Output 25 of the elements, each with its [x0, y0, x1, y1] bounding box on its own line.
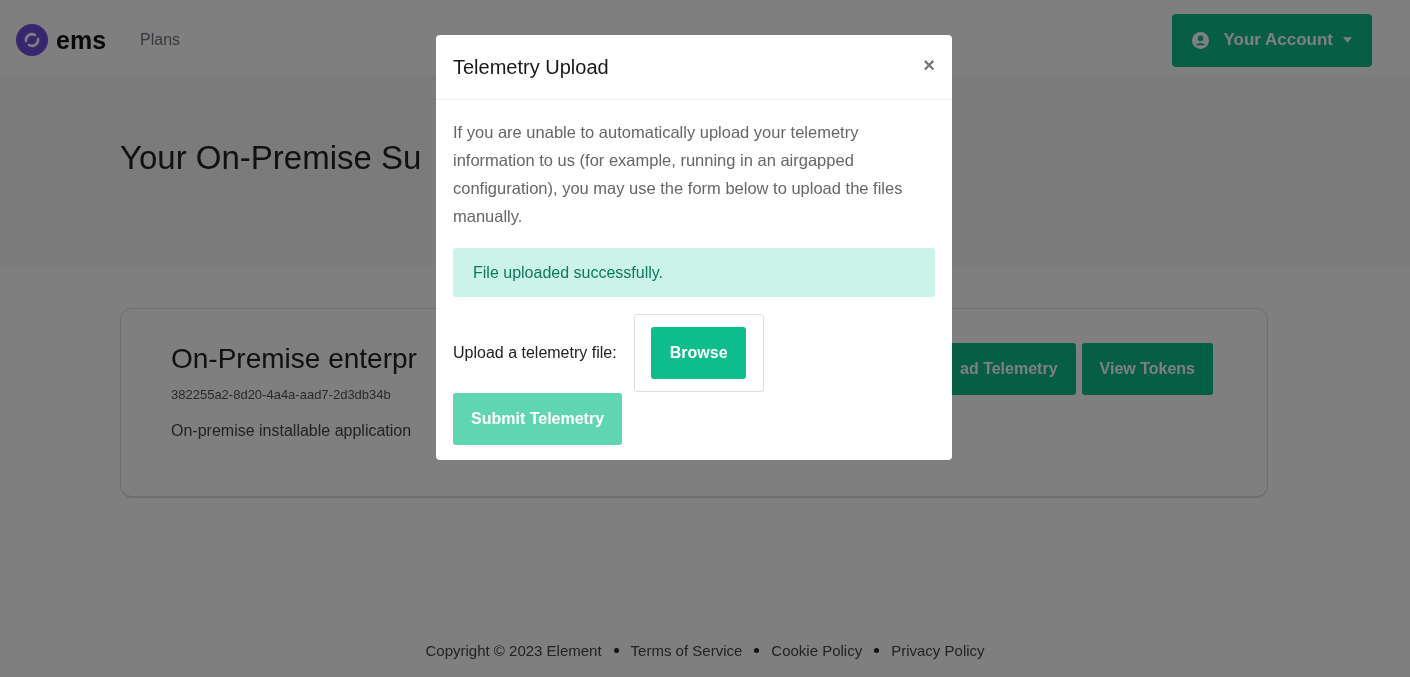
separator-dot	[754, 648, 760, 653]
file-input[interactable]: Browse	[633, 314, 764, 392]
modal-title: Telemetry Upload	[453, 56, 609, 79]
footer-link[interactable]: Cookie Policy	[771, 642, 863, 659]
brand-name[interactable]: ems	[56, 25, 107, 55]
close-button[interactable]: ×	[923, 55, 935, 75]
browse-button[interactable]: Browse	[651, 327, 747, 379]
file-label: Upload a telemetry file:	[453, 344, 617, 362]
nav-link[interactable]: Plans	[140, 31, 181, 49]
logo-icon	[16, 24, 48, 56]
modal-text: If you are unable to automatically upload your telemetry information to us (for example, running in an airgapped configuration), you may use the form below to upload the files manually.	[453, 122, 903, 227]
subscription-title: On-Premise enterpr	[171, 343, 417, 375]
success-alert: File uploaded successfully.	[453, 248, 935, 297]
subscription-id: 382255a2-8d20-4a4a-aad7-2d3db34b	[171, 387, 392, 402]
page-title: Your On-Premise Su	[120, 139, 422, 177]
user-icon	[1192, 31, 1210, 49]
account-button[interactable]: Your Account	[1172, 13, 1372, 67]
footer-link[interactable]: Privacy Policy	[891, 642, 985, 659]
separator-dot	[874, 648, 880, 653]
footer-link[interactable]: Terms of Service	[630, 642, 743, 659]
separator-dot	[613, 648, 619, 653]
caret-icon	[1343, 37, 1352, 43]
copyright-text: Copyright © 2023 Element	[425, 642, 602, 659]
subscription-description: On-premise installable application	[171, 422, 413, 440]
action-button[interactable]: View Tokens	[1081, 343, 1213, 395]
